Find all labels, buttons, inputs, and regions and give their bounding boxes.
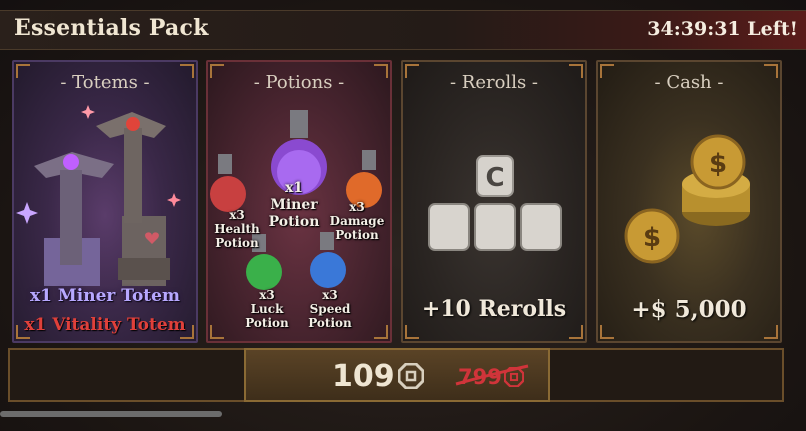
cash-card: - Cash - $ $ +$ 5,000 <box>596 60 782 343</box>
rerolls-card: - Rerolls - C +10 Rerolls <box>401 60 587 343</box>
cash-reward: +$ 5,000 <box>631 296 747 323</box>
cash-card-title: - Cash - <box>654 72 724 93</box>
horizontal-scrollbar[interactable] <box>0 411 222 417</box>
potion-speed-label: x3 Speed Potion <box>308 288 352 330</box>
buy-button[interactable]: 109 799 <box>244 348 550 402</box>
pack-title: Essentials Pack <box>14 15 209 41</box>
potion-damage-label: x3 Damage Potion <box>329 200 385 242</box>
potion-luck-label: x3 Luck Potion <box>245 288 289 330</box>
price-value: 109 <box>332 359 395 394</box>
potion-miner-label: x1 Miner Potion <box>268 180 320 230</box>
svg-text:$: $ <box>709 149 727 179</box>
robux-icon <box>398 363 424 389</box>
totem-icon <box>16 105 181 286</box>
pack-timer: 34:39:31 Left! <box>647 18 798 40</box>
totems-card-title: - Totems - <box>60 72 150 93</box>
svg-text:$: $ <box>643 223 661 253</box>
totem-reward-miner: x1 Miner Totem <box>30 286 180 306</box>
coins-icon: $ $ <box>624 134 750 264</box>
svg-text:C: C <box>485 163 504 193</box>
totem-reward-vitality: x1 Vitality Totem <box>24 315 186 335</box>
potions-card: - Potions - x1 Miner Potion x3 Health Po… <box>206 60 392 343</box>
reroll-keys-icon: C <box>428 155 562 251</box>
pack-header: Essentials Pack 34:39:31 Left! <box>0 10 806 50</box>
totems-card: - Totems - x1 Miner Totem x1 Vitality To… <box>12 60 198 343</box>
strikethrough-line <box>455 364 529 386</box>
rerolls-card-title: - Rerolls - <box>449 72 538 93</box>
rerolls-reward: +10 Rerolls <box>421 296 567 322</box>
pack-window: Essentials Pack 34:39:31 Left! - Totems … <box>0 0 806 431</box>
potion-health-label: x3 Health Potion <box>214 208 260 250</box>
